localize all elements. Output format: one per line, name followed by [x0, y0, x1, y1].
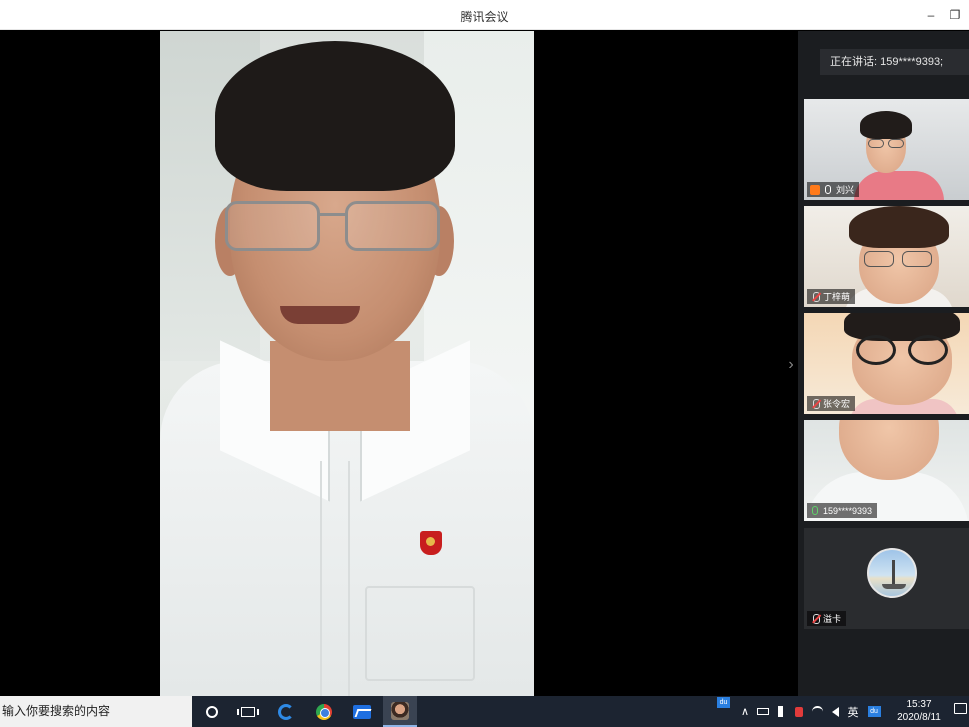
clock-date: 2020/8/11 [897, 712, 941, 723]
cortana-icon[interactable] [195, 696, 229, 727]
task-view-icon[interactable] [231, 696, 265, 727]
participant-label: 刘兴 [807, 182, 860, 197]
mic-muted-icon [810, 291, 820, 302]
restore-button[interactable]: ❐ [946, 6, 964, 24]
main-stage: › [0, 31, 798, 696]
mic-active-icon [810, 505, 820, 516]
participant-name: 张令宏 [823, 399, 851, 409]
participant-tile[interactable]: 159****9393 [804, 420, 969, 521]
chrome-icon[interactable] [307, 696, 341, 727]
minimize-button[interactable]: – [922, 6, 940, 24]
participant-name: 刘兴 [836, 185, 855, 195]
title-bar: 腾讯会议 – ❐ [0, 0, 969, 30]
notification-center-icon[interactable] [954, 703, 967, 714]
security-icon[interactable] [792, 696, 806, 727]
participant-name: 溢卡 [823, 614, 842, 624]
mic-muted-icon [810, 613, 820, 624]
mic-icon [823, 184, 833, 195]
participant-name: 丁梓萌 [823, 292, 851, 302]
speaking-indicator: 正在讲话: 159****9393; [820, 49, 969, 75]
party-badge-icon [420, 531, 442, 555]
participant-tile[interactable]: 刘兴 [804, 99, 969, 200]
tencent-meeting-icon[interactable] [345, 696, 379, 727]
window-title: 腾讯会议 [460, 10, 509, 24]
system-clock[interactable]: 15:37 2020/8/11 [888, 698, 950, 724]
participants-panel: 正在讲话: 159****9393; 刘兴 丁梓萌 张令宏 159****939… [798, 31, 969, 696]
mic-muted-icon [810, 398, 820, 409]
participant-label: 张令宏 [807, 396, 856, 411]
participant-tile[interactable]: 溢卡 [804, 528, 969, 629]
glasses [225, 201, 445, 253]
participant-label: 溢卡 [807, 611, 847, 626]
participant-name: 159****9393 [823, 505, 873, 516]
taskbar-search-input[interactable]: 输入你要搜索的内容 [0, 696, 192, 727]
taskbar: 输入你要搜索的内容 du ∧ 英 du 15:37 2020/8/11 [0, 696, 969, 727]
main-speaker-video [160, 31, 534, 696]
photo-app-icon[interactable] [383, 696, 417, 727]
volume-icon[interactable] [828, 696, 842, 727]
avatar [867, 548, 917, 598]
participant-tile[interactable]: 丁梓萌 [804, 206, 969, 307]
clock-time: 15:37 [906, 699, 932, 710]
baidu-input-icon[interactable]: du [866, 696, 882, 727]
participant-label: 159****9393 [807, 503, 878, 518]
wifi-icon[interactable] [810, 696, 824, 727]
usb-icon[interactable] [774, 696, 786, 727]
app-window: 腾讯会议 – ❐ › 正在讲话: 159****9393; 刘兴 丁梓萌 张令宏… [0, 0, 969, 727]
participant-tile[interactable]: 张令宏 [804, 313, 969, 414]
edge-icon[interactable] [269, 696, 303, 727]
baidu-tray-icon[interactable]: du [717, 697, 730, 708]
battery-icon[interactable] [756, 696, 770, 727]
participant-label: 丁梓萌 [807, 289, 856, 304]
camera-icon [810, 184, 820, 195]
panel-toggle-button[interactable]: › [784, 353, 798, 377]
tray-expand-icon[interactable]: ∧ [738, 696, 752, 727]
ime-indicator[interactable]: 英 [846, 696, 860, 727]
